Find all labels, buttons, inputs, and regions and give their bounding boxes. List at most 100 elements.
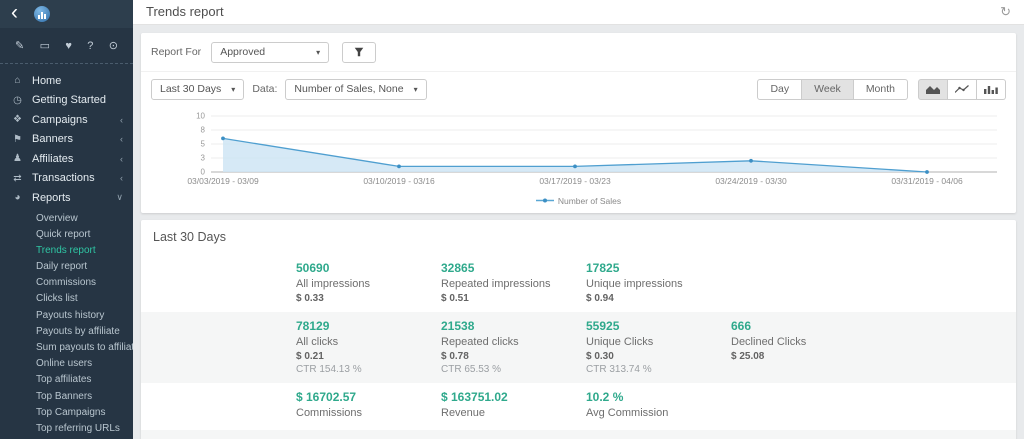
stat-label: Declined Clicks <box>731 336 1006 348</box>
stat-label: Repeated impressions <box>441 278 576 290</box>
chevron-icon: ∨ <box>116 192 123 203</box>
period-button-day[interactable]: Day <box>757 79 802 100</box>
stat-sub: $ 25.08 <box>731 351 1006 362</box>
svg-text:03/10/2019 - 03/16: 03/10/2019 - 03/16 <box>363 176 435 186</box>
sidebar-item-getting-started[interactable]: ◷Getting Started <box>0 91 133 111</box>
chart-toolbar-right: DayWeekMonth <box>757 79 1006 100</box>
stat-value: 666 <box>731 319 1006 333</box>
trends-chart: 10853003/03/2019 - 03/0903/10/2019 - 03/… <box>141 104 1016 195</box>
sidebar-subitem-overview[interactable]: Overview <box>0 211 133 227</box>
sidebar-subitem-payouts-history[interactable]: Payouts history <box>0 308 133 324</box>
sidebar-subitem-top-affiliates[interactable]: Top affiliates <box>0 372 133 388</box>
sidebar-item-affiliates[interactable]: ♟Affiliates‹ <box>0 149 133 169</box>
stat-value: $ 163751.02 <box>441 390 576 404</box>
stopwatch-icon: ◷ <box>10 95 25 106</box>
stat-cell <box>731 261 1016 304</box>
report-filter-toolbar: Report For Approved ▾ <box>141 33 1016 72</box>
period-button-group: DayWeekMonth <box>757 79 908 100</box>
refresh-icon[interactable]: ↻ <box>1000 4 1011 20</box>
report-for-value: Approved <box>220 46 265 58</box>
power-icon[interactable]: ⊙ <box>109 41 118 52</box>
stat-value: $ 16702.57 <box>296 390 431 404</box>
stat-cell: 666 Declined Clicks $ 25.08 <box>731 319 1016 375</box>
svg-text:03/17/2019 - 03/23: 03/17/2019 - 03/23 <box>539 176 611 186</box>
sidebar-subitem-top-campaigns[interactable]: Top Campaigns <box>0 405 133 421</box>
stat-label: All clicks <box>296 336 431 348</box>
sidebar-top-bar: ‹ <box>0 0 133 28</box>
area-chart-button[interactable] <box>918 79 948 100</box>
stats-grid: 50690All impressions$ 0.3332865 Repeated … <box>141 254 1016 439</box>
sidebar-item-reports[interactable]: ◕Reports∨ <box>0 188 133 208</box>
pie-chart-icon: ◕ <box>10 192 25 203</box>
reports-submenu: OverviewQuick reportTrends reportDaily r… <box>0 208 133 438</box>
legend-label: Number of Sales <box>558 196 621 206</box>
help-icon[interactable]: ? <box>87 41 93 52</box>
stat-cell: $ 163751.02Revenue <box>441 390 586 422</box>
page-title: Trends report <box>146 4 1000 19</box>
stat-sub: $ 0.78 <box>441 351 576 362</box>
period-button-month[interactable]: Month <box>854 79 908 100</box>
pencil-icon[interactable]: ✎ <box>15 41 24 52</box>
sidebar-item-transactions[interactable]: ⇄Transactions‹ <box>0 169 133 189</box>
sidebar-subitem-payouts-by-affiliate[interactable]: Payouts by affiliate <box>0 324 133 340</box>
stat-cell <box>731 390 1016 422</box>
bar-chart-button[interactable] <box>977 79 1006 100</box>
sidebar-subitem-clicks-list[interactable]: Clicks list <box>0 291 133 307</box>
chart-toolbar-left: Last 30 Days ▾ Data: Number of Sales, No… <box>151 79 427 100</box>
data-series-select[interactable]: Number of Sales, None ▾ <box>285 79 426 100</box>
sidebar-subitem-daily-report[interactable]: Daily report <box>0 259 133 275</box>
heart-icon[interactable]: ♥ <box>65 41 72 52</box>
sidebar-item-label: Affiliates <box>32 153 120 165</box>
report-for-select[interactable]: Approved ▾ <box>211 42 329 63</box>
sidebar-item-home[interactable]: ⌂Home <box>0 71 133 91</box>
stat-cell <box>151 261 296 304</box>
period-button-week[interactable]: Week <box>802 79 854 100</box>
stat-sub2: CTR 65.53 % <box>441 364 576 375</box>
chevron-icon: ‹ <box>120 154 123 164</box>
sidebar-subitem-online-users[interactable]: Online users <box>0 356 133 372</box>
flag-icon: ⚑ <box>10 134 25 145</box>
stat-sub: $ 0.30 <box>586 351 721 362</box>
sidebar-subitem-top-referring-urls[interactable]: Top referring URLs <box>0 421 133 437</box>
sidebar-item-banners[interactable]: ⚑Banners‹ <box>0 130 133 150</box>
stat-cell: 50690All impressions$ 0.33 <box>296 261 441 304</box>
line-chart-button[interactable] <box>948 79 977 100</box>
stat-sub: $ 0.51 <box>441 293 576 304</box>
stat-label: Avg Commission <box>586 407 721 419</box>
megaphone-icon: ❖ <box>10 114 25 125</box>
stat-label: Repeated clicks <box>441 336 576 348</box>
data-series-value: Number of Sales, None <box>294 83 403 95</box>
sidebar-subitem-top-banners[interactable]: Top Banners <box>0 389 133 405</box>
app-logo[interactable] <box>34 6 50 22</box>
stat-value: 32865 <box>441 261 576 275</box>
svg-text:03/31/2019 - 04/06: 03/31/2019 - 04/06 <box>891 176 963 186</box>
exchange-icon: ⇄ <box>10 173 25 184</box>
chevron-icon: ‹ <box>120 134 123 144</box>
filter-button[interactable] <box>342 42 376 63</box>
stat-sub: $ 0.21 <box>296 351 431 362</box>
stat-label: Unique Clicks <box>586 336 721 348</box>
chart-legend: Number of Sales <box>141 195 1016 213</box>
chart-toolbar: Last 30 Days ▾ Data: Number of Sales, No… <box>141 72 1016 104</box>
sidebar-item-label: Home <box>32 75 123 87</box>
stat-cell: $ 16702.57Commissions <box>296 390 441 422</box>
svg-text:8: 8 <box>201 125 206 134</box>
chevron-icon: ‹ <box>120 115 123 125</box>
sidebar-top-icons: ✎ ▭ ♥? ⊙ <box>0 28 133 64</box>
stat-value: 55925 <box>586 319 721 333</box>
stats-row: $ 16702.57Commissions$ 163751.02Revenue1… <box>141 383 1016 430</box>
trends-chart-svg: 10853003/03/2019 - 03/0903/10/2019 - 03/… <box>149 108 1004 190</box>
date-range-select[interactable]: Last 30 Days ▾ <box>151 79 244 100</box>
sidebar-subitem-commissions[interactable]: Commissions <box>0 275 133 291</box>
stat-value: 10.2 % <box>586 390 721 404</box>
stat-cell: 10.2 % Avg Commission <box>586 390 731 422</box>
sidebar-subitem-sum-payouts-to-affiliates[interactable]: Sum payouts to affiliates <box>0 340 133 356</box>
monitor-icon[interactable]: ▭ <box>40 41 50 52</box>
sidebar-subitem-trends-report[interactable]: Trends report <box>0 243 133 259</box>
content: Report For Approved ▾ Last 30 Days ▾ <box>133 25 1024 439</box>
sidebar-subitem-quick-report[interactable]: Quick report <box>0 227 133 243</box>
sidebar: ‹ ✎ ▭ ♥? ⊙ ⌂Home◷Getting Started❖Campaigns‹… <box>0 0 133 439</box>
back-button[interactable]: ‹ <box>11 2 18 23</box>
sidebar-item-campaigns[interactable]: ❖Campaigns‹ <box>0 110 133 130</box>
stats-row: 50690All impressions$ 0.3332865 Repeated … <box>141 254 1016 312</box>
